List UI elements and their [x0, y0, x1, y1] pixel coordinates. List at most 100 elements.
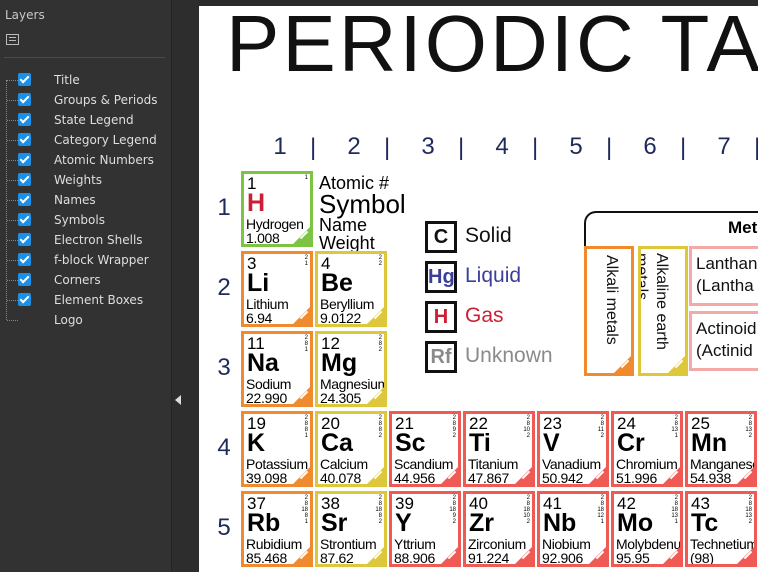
layer-row[interactable]: Atomic Numbers [0, 150, 172, 170]
element-name: Sodium [246, 376, 292, 392]
category-corner [663, 547, 680, 564]
layer-checkbox[interactable] [18, 213, 31, 226]
category-corner [515, 467, 532, 484]
layer-row[interactable]: Corners [0, 270, 172, 290]
electron-shells: 281 [305, 335, 308, 353]
state-label: Solid [465, 224, 512, 247]
element-box: 12 Mg Magnesium 24.305 2 8 2 [315, 331, 387, 407]
electron-shell-count: 1 [304, 433, 308, 439]
document-canvas: PERIODIC TA 1 | 2 | 3 | 4 | 5 | 6 | 7 | 1 2 3 4 5 Atomic … [199, 6, 758, 572]
layer-checkbox[interactable] [18, 193, 31, 206]
layer-row[interactable]: Element Boxes [0, 290, 172, 310]
layer-checkbox[interactable] [18, 113, 31, 126]
layer-row[interactable]: Groups & Periods [0, 90, 172, 110]
category-corner [441, 467, 458, 484]
layer-row[interactable]: Title [0, 70, 172, 90]
category-corner [293, 547, 310, 564]
element-box: 40 Zr Zirconium 91.224 2 8 18 10 2 [463, 491, 535, 567]
category-corner [293, 387, 310, 404]
layer-checkbox[interactable] [18, 273, 31, 286]
layer-checkbox[interactable] [18, 253, 31, 266]
electron-shell-count: 1 [600, 519, 604, 525]
element-name: Beryllium [320, 296, 374, 312]
key-symbol: Symbol [319, 189, 406, 219]
atomic-weight: 88.906 [394, 550, 436, 566]
document-title: PERIODIC TA [226, 6, 758, 88]
electron-shell-count: 2 [748, 433, 752, 439]
collapse-left-arrow-icon[interactable] [175, 395, 181, 405]
element-box: 11 Na Sodium 22.990 2 8 1 [241, 331, 313, 407]
category-header: Met [584, 211, 758, 251]
layer-row[interactable]: Symbols [0, 210, 172, 230]
element-name: Yttrium [394, 536, 436, 552]
layer-checkbox[interactable] [18, 73, 31, 86]
layer-row[interactable]: Names [0, 190, 172, 210]
group-separator: | [458, 134, 465, 161]
electron-shell-count: 1 [304, 347, 308, 353]
layer-checkbox[interactable] [18, 173, 31, 186]
electron-shells: 21 [305, 255, 308, 267]
element-symbol: Na [247, 349, 279, 377]
layer-label: Category Legend [54, 133, 157, 147]
category-corner [515, 547, 532, 564]
group-number: 7 [717, 133, 731, 160]
layer-row[interactable]: State Legend [0, 110, 172, 130]
element-symbol: Y [395, 509, 412, 537]
state-label: Liquid [465, 264, 522, 287]
layer-row[interactable]: Category Legend [0, 130, 172, 150]
layer-row[interactable]: Logo [0, 310, 172, 330]
electron-shells: 1 [305, 175, 308, 181]
category-corner [589, 467, 606, 484]
state-symbol-box: C [425, 221, 457, 253]
layer-label: Atomic Numbers [54, 153, 154, 167]
element-symbol: V [543, 429, 560, 457]
element-symbol: Cr [617, 429, 645, 457]
electron-shells: 2 8 18 12 1 [597, 495, 604, 525]
electron-shells: 2 8 18 13 2 [745, 495, 752, 525]
alkali-metals-label: Alkali metals [603, 255, 620, 345]
layer-checkbox[interactable] [18, 233, 31, 246]
tree-connector [7, 280, 18, 281]
category-corner [367, 467, 384, 484]
element-name: Lithium [246, 296, 289, 312]
atomic-weight: 91.224 [468, 550, 510, 566]
group-separator: | [310, 134, 317, 161]
layer-label: Electron Shells [54, 233, 143, 247]
tree-connector [7, 180, 18, 181]
electron-shell-count: 2 [452, 519, 456, 525]
layer-row[interactable]: Electron Shells [0, 230, 172, 250]
element-symbol: Sc [395, 429, 426, 457]
element-box: 42MoMolybdenum95.952818131 [611, 491, 683, 567]
layer-checkbox[interactable] [18, 93, 31, 106]
atomic-weight: 44.956 [394, 470, 436, 486]
electron-shell-count: 2 [748, 519, 752, 525]
electron-shell-count: 2 [526, 519, 530, 525]
group-number: 5 [569, 133, 583, 160]
electron-shell-count: 1 [674, 519, 678, 525]
element-box: 22 Ti Titanium 47.867 2 8 10 2 [463, 411, 535, 487]
list-menu-icon[interactable] [6, 34, 19, 45]
layer-label: Element Boxes [54, 293, 144, 307]
element-symbol: Zr [469, 509, 494, 537]
atomic-weight: 50.942 [542, 470, 584, 486]
group-number: 6 [643, 133, 657, 160]
layer-checkbox[interactable] [18, 293, 31, 306]
element-name: Calcium [320, 456, 368, 472]
layer-label: Names [54, 193, 96, 207]
element-box: 24 Cr Chromium 51.996 2 8 13 1 [611, 411, 683, 487]
panel-splitter[interactable] [172, 0, 199, 572]
layer-row[interactable]: f-block Wrapper [0, 250, 172, 270]
layer-checkbox[interactable] [18, 153, 31, 166]
element-symbol: Mo [617, 509, 654, 537]
layer-label: f-block Wrapper [54, 253, 149, 267]
element-symbol: Nb [543, 509, 577, 537]
category-corner [663, 467, 680, 484]
layer-row[interactable]: Weights [0, 170, 172, 190]
alkaline-earth-category: Alkaline earth metals [638, 246, 688, 376]
tree-connector [7, 220, 18, 221]
electron-shell-count: 2 [378, 519, 382, 525]
category-corner [441, 547, 458, 564]
category-corner [737, 467, 754, 484]
layer-checkbox[interactable] [18, 133, 31, 146]
group-number: 1 [273, 133, 287, 160]
